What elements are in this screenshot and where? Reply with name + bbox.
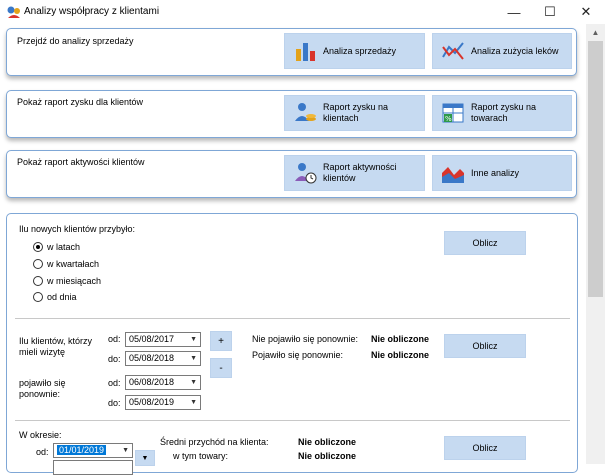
chevron-down-icon: ▼ <box>190 399 197 406</box>
calc-period-button[interactable]: Oblicz <box>444 436 526 460</box>
radio-years[interactable] <box>33 242 43 252</box>
close-button[interactable]: ✕ <box>568 0 604 24</box>
chevron-down-icon: ▼ <box>190 336 197 343</box>
app-icon <box>7 6 20 18</box>
date-visit-from-input[interactable]: 05/08/2017 ▼ <box>125 332 201 347</box>
close-icon: ✕ <box>580 4 592 19</box>
client-coins-icon <box>295 103 316 121</box>
radio-from-day-label: od dnia <box>47 292 77 302</box>
not-returned-value: Nie obliczone <box>371 334 430 344</box>
profit-per-goods-button[interactable]: % Raport zysku na towarach <box>432 95 572 131</box>
goods-value: Nie obliczone <box>298 451 357 461</box>
svg-text:%: % <box>445 115 452 123</box>
chevron-down-icon: ▼ <box>190 379 197 386</box>
minimize-icon: — <box>507 4 521 20</box>
goods-label: w tym towary: <box>173 451 229 461</box>
date-visit-to-input[interactable]: 05/08/2018 ▼ <box>125 351 201 366</box>
new-clients-label: Ilu nowych klientów przybyło: <box>19 224 136 234</box>
returned-count-value: Nie obliczone <box>371 350 430 360</box>
sales-analysis-label: Przejdź do analizy sprzedaży <box>17 36 134 46</box>
do-label-1: do: <box>108 354 121 364</box>
profit-report-label: Pokaż raport zysku dla klientów <box>17 97 144 107</box>
period-label: W okresie: <box>19 430 62 440</box>
returned-count-label: Pojawiło się ponownie: <box>252 350 344 360</box>
activity-report-label: Pokaż raport aktywości klientów <box>17 157 145 167</box>
do-label-2: do: <box>108 398 121 408</box>
od-label-1: od: <box>108 334 121 344</box>
calc-returning-button[interactable]: Oblicz <box>444 334 526 358</box>
radio-years-label: w latach <box>47 242 81 252</box>
chevron-down-icon: ▼ <box>122 447 129 454</box>
date-return-from-input[interactable]: 06/08/2018 ▼ <box>125 375 201 390</box>
window-title: Analizy współpracy z klientami <box>24 6 160 17</box>
radio-from-day[interactable] <box>33 292 43 302</box>
date-return-to-input[interactable]: 05/08/2019 ▼ <box>125 395 201 410</box>
section-divider-2 <box>15 420 570 421</box>
remove-period-button[interactable]: - <box>210 358 232 378</box>
calc-new-clients-button[interactable]: Oblicz <box>444 231 526 255</box>
returned-label: pojawiło się ponownie: <box>19 378 66 399</box>
radio-months[interactable] <box>33 276 43 286</box>
period-od-label: od: <box>36 447 49 457</box>
maximize-button[interactable]: ☐ <box>532 0 568 24</box>
other-analyses-button[interactable]: Inne analizy <box>432 155 572 191</box>
not-returned-label: Nie pojawiło się ponownie: <box>252 334 359 344</box>
spreadsheet-percent-icon: % <box>442 103 464 123</box>
bar-chart-icon <box>296 43 315 61</box>
avg-revenue-label: Średni przychód na klienta: <box>160 437 269 447</box>
chevron-down-icon: ▼ <box>190 355 197 362</box>
radio-months-label: w miesiącach <box>47 276 102 286</box>
drug-consumption-button[interactable]: Analiza zużycia leków <box>432 33 572 69</box>
maximize-icon: ☐ <box>544 4 556 19</box>
radio-quarters-label: w kwartałach <box>47 259 100 269</box>
line-chart-icon <box>442 42 464 60</box>
area-chart-icon <box>442 167 464 183</box>
od-label-2: od: <box>108 378 121 388</box>
sales-analysis-button[interactable]: Analiza sprzedaży <box>284 33 425 69</box>
radio-quarters[interactable] <box>33 259 43 269</box>
minimize-button[interactable]: — <box>496 0 532 24</box>
period-date-to-input[interactable] <box>53 460 133 475</box>
scroll-up-arrow-icon[interactable]: ▲ <box>586 24 605 41</box>
section-divider <box>15 318 570 319</box>
client-clock-icon <box>295 163 317 184</box>
avg-revenue-value: Nie obliczone <box>298 437 357 447</box>
chevron-down-icon: ▼ <box>141 454 149 462</box>
profit-per-client-button[interactable]: Raport zysku na klientach <box>284 95 425 131</box>
add-period-button[interactable]: + <box>210 331 232 351</box>
period-date-from-input[interactable]: 01/01/2019 ▼ <box>53 443 133 458</box>
client-activity-report-button[interactable]: Raport aktywności klientów <box>284 155 425 191</box>
returning-clients-label: Ilu klientów, którzy mieli wizytę <box>19 336 93 357</box>
scrollbar-thumb[interactable] <box>588 41 603 297</box>
